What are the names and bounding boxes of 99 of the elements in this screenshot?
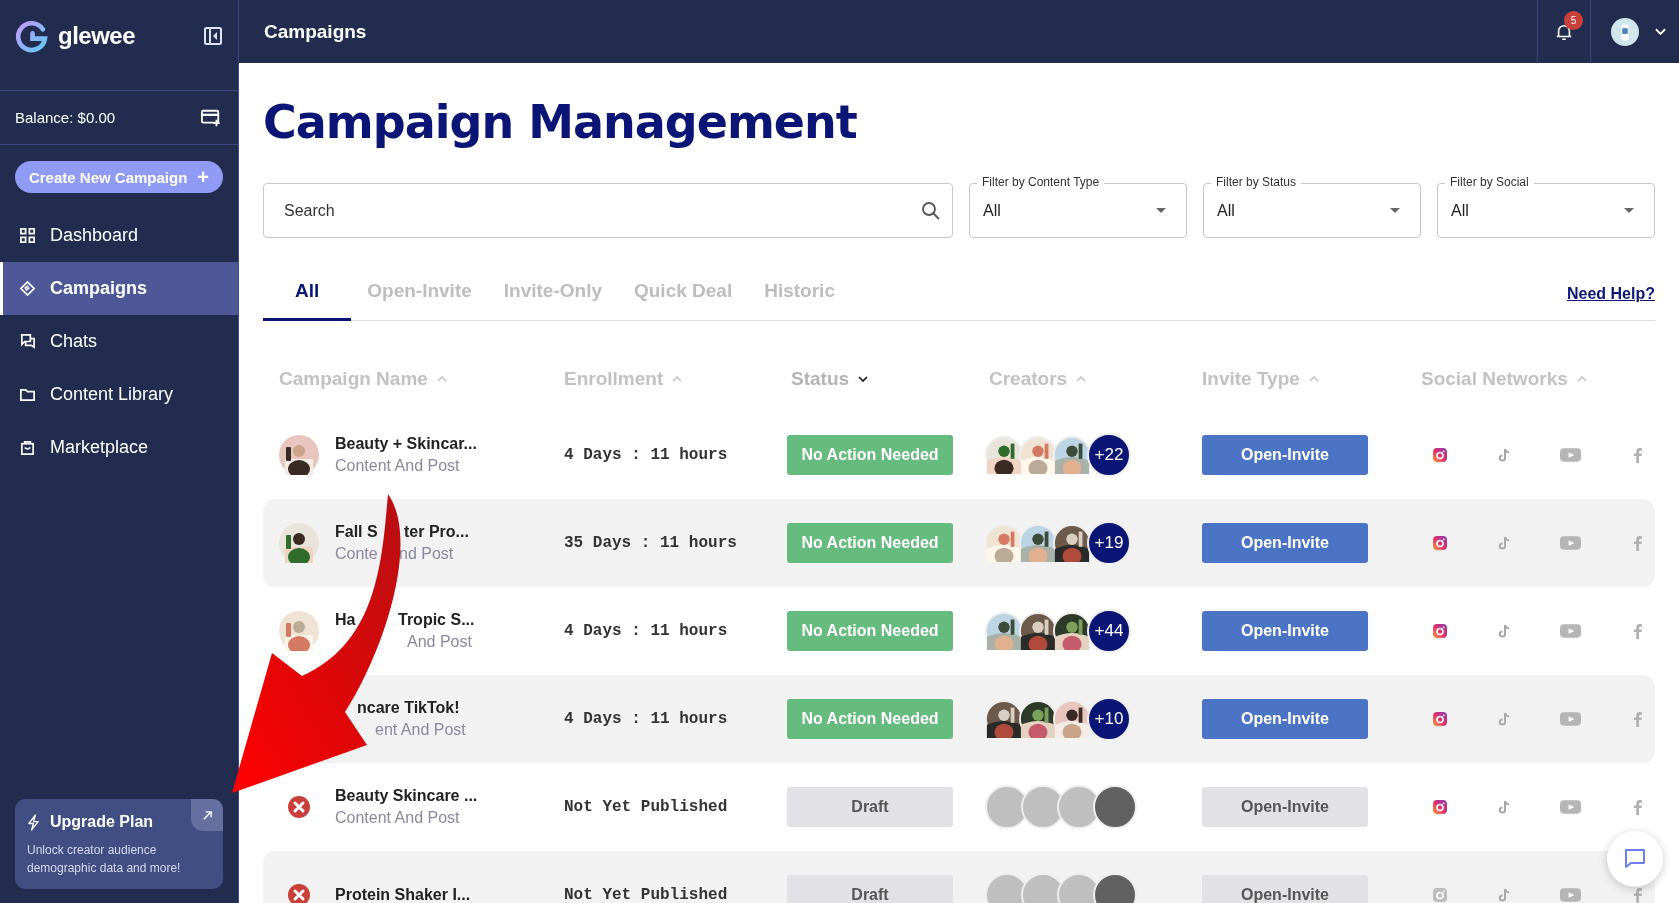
sidebar-item[interactable]: Chats bbox=[0, 315, 238, 368]
search-field[interactable]: Search bbox=[263, 183, 953, 238]
campaign-name[interactable]: Fall S bbox=[335, 523, 378, 540]
content-type: Content And Post bbox=[335, 457, 460, 474]
status-badge: No Action Needed bbox=[787, 699, 953, 739]
status-badge: No Action Needed bbox=[787, 523, 953, 563]
invite-type-button[interactable]: Open-Invite bbox=[1202, 875, 1368, 903]
enrollment-time: 4 Days : 11 hours bbox=[563, 622, 728, 640]
campaign-name[interactable]: Beauty + Skincar... bbox=[335, 435, 477, 452]
tiktok-icon[interactable] bbox=[1496, 535, 1512, 551]
content-type: And Post bbox=[407, 633, 472, 650]
youtube-icon[interactable] bbox=[1560, 711, 1581, 727]
campaign-name[interactable]: Beauty Skincare ... bbox=[335, 787, 478, 804]
brand-name: glewee bbox=[58, 22, 136, 50]
tiktok-icon[interactable] bbox=[1496, 711, 1512, 727]
external-link-icon bbox=[201, 809, 213, 821]
tiktok-icon[interactable] bbox=[1496, 887, 1512, 903]
sort-icon bbox=[672, 376, 683, 382]
error-icon bbox=[287, 883, 311, 903]
sort-icon bbox=[1076, 376, 1087, 382]
upgrade-description: Unlock creator audience demographic data and more! bbox=[27, 842, 182, 877]
folder-icon bbox=[19, 386, 36, 403]
tiktok-icon[interactable] bbox=[1496, 447, 1512, 463]
youtube-icon[interactable] bbox=[1560, 623, 1581, 639]
open-link-button[interactable] bbox=[191, 799, 223, 831]
status-badge: No Action Needed bbox=[787, 611, 953, 651]
campaign-name[interactable]: ter Pro... bbox=[404, 523, 469, 540]
enrollment-time: Not Yet Published bbox=[563, 798, 728, 816]
lightning-icon bbox=[27, 813, 40, 831]
tiktok-icon[interactable] bbox=[1496, 623, 1512, 639]
creator-count[interactable]: +22 bbox=[1087, 433, 1131, 477]
dropdown-caret-icon bbox=[1624, 208, 1634, 213]
heading: Campaign Management bbox=[263, 95, 858, 149]
invite-type-button[interactable]: Open-Invite bbox=[1202, 787, 1368, 827]
balance-text: Balance: $0.00 bbox=[15, 109, 116, 126]
content-type: nd Post bbox=[399, 545, 454, 562]
content-type: Conte bbox=[335, 545, 378, 562]
sidebar-item[interactable]: Marketplace bbox=[0, 421, 238, 474]
notification-badge: 5 bbox=[1564, 11, 1583, 30]
filter-label: Filter by Status bbox=[1211, 175, 1302, 190]
campaign-name[interactable]: Tropic S... bbox=[398, 611, 475, 628]
instagram-icon[interactable] bbox=[1432, 447, 1448, 463]
youtube-icon[interactable] bbox=[1560, 799, 1581, 815]
sort-icon bbox=[1308, 376, 1319, 382]
chevron-down-icon[interactable] bbox=[1655, 27, 1666, 36]
page-title: Campaigns bbox=[264, 20, 367, 43]
grid-icon bbox=[19, 227, 36, 244]
logo-icon bbox=[15, 19, 48, 53]
sort-icon bbox=[1576, 376, 1587, 382]
enrollment-time: 4 Days : 11 hours bbox=[563, 710, 728, 728]
creator-count[interactable]: +19 bbox=[1087, 521, 1131, 565]
tiktok-icon[interactable] bbox=[1496, 799, 1512, 815]
chat-icon bbox=[19, 333, 36, 350]
tag-icon bbox=[19, 280, 36, 297]
enrollment-time: Not Yet Published bbox=[563, 886, 728, 903]
creator-count[interactable]: +10 bbox=[1087, 697, 1131, 741]
instagram-icon[interactable] bbox=[1432, 623, 1448, 639]
sidebar-item[interactable]: Dashboard bbox=[0, 209, 238, 262]
filter-label: Filter by Social bbox=[1445, 175, 1534, 190]
status-badge: No Action Needed bbox=[787, 435, 953, 475]
youtube-icon[interactable] bbox=[1560, 535, 1581, 551]
dropdown-caret-icon bbox=[1390, 208, 1400, 213]
user-avatar-icon[interactable] bbox=[1611, 17, 1639, 46]
campaign-name[interactable]: ncare TikTok! bbox=[357, 699, 460, 716]
enrollment-time: 4 Days : 11 hours bbox=[563, 446, 728, 464]
add-card-icon[interactable] bbox=[201, 107, 221, 128]
chat-icon bbox=[1623, 847, 1647, 871]
youtube-icon[interactable] bbox=[1560, 887, 1581, 903]
invite-type-button[interactable]: Open-Invite bbox=[1202, 611, 1368, 651]
status-badge: Draft bbox=[787, 875, 953, 903]
campaign-name[interactable]: Protein Shaker I... bbox=[335, 886, 471, 903]
upgrade-card[interactable]: Upgrade Plan Unlock creator audience demographic data and more! bbox=[15, 799, 223, 889]
instagram-icon[interactable] bbox=[1432, 711, 1448, 727]
campaign-name[interactable]: Ha bbox=[335, 611, 356, 628]
sort-icon bbox=[858, 376, 869, 382]
error-icon bbox=[287, 795, 311, 819]
tab[interactable]: All bbox=[263, 268, 352, 321]
search-icon[interactable] bbox=[921, 201, 941, 221]
instagram-icon[interactable] bbox=[1432, 535, 1448, 551]
invite-type-button[interactable]: Open-Invite bbox=[1202, 523, 1368, 563]
chat-button[interactable] bbox=[1607, 831, 1663, 887]
sidebar-item[interactable]: Content Library bbox=[0, 368, 238, 421]
sort-icon bbox=[436, 376, 447, 382]
bag-icon bbox=[19, 439, 36, 456]
enrollment-time: 35 Days : 11 hours bbox=[563, 534, 737, 552]
upgrade-title: Upgrade Plan bbox=[50, 813, 154, 831]
invite-type-button[interactable]: Open-Invite bbox=[1202, 699, 1368, 739]
filter-label: Filter by Content Type bbox=[977, 175, 1105, 190]
creator-count[interactable]: +44 bbox=[1087, 609, 1131, 653]
instagram-icon[interactable] bbox=[1432, 799, 1448, 815]
collapse-sidebar-icon[interactable] bbox=[203, 26, 223, 46]
help-link[interactable]: Need Help? bbox=[1567, 285, 1655, 303]
content-type: Content And Post bbox=[335, 809, 460, 826]
invite-type-button[interactable]: Open-Invite bbox=[1202, 435, 1368, 475]
status-badge: Draft bbox=[787, 787, 953, 827]
youtube-icon[interactable] bbox=[1560, 447, 1581, 463]
dropdown-caret-icon bbox=[1156, 208, 1166, 213]
sidebar-item[interactable]: Campaigns bbox=[0, 262, 238, 315]
content-type: ent And Post bbox=[375, 721, 466, 738]
